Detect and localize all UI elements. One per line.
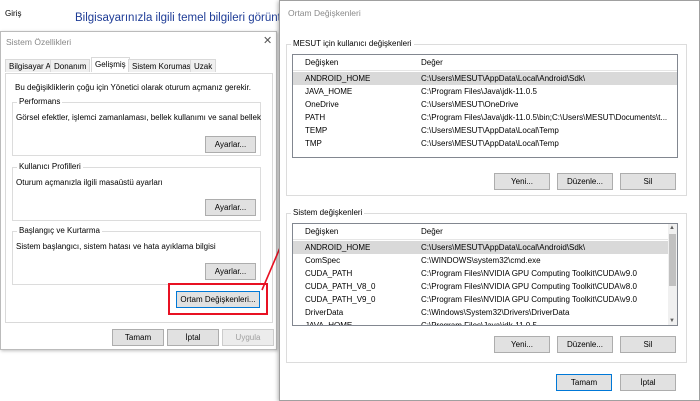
- scrollbar-thumb[interactable]: [669, 234, 676, 286]
- variable-value: C:\Program Files\Java\jdk-11.0.5: [421, 87, 537, 96]
- list-header: Değişken Değer: [293, 55, 677, 71]
- column-variable[interactable]: Değişken: [305, 58, 338, 67]
- system-properties-title: Sistem Özellikleri: [6, 37, 72, 47]
- list-row[interactable]: ANDROID_HOME C:\Users\MESUT\AppData\Local…: [293, 72, 677, 85]
- variable-value: C:\Program Files\NVIDIA GPU Computing To…: [421, 269, 637, 278]
- tab-strip: Bilgisayar Adı Donanım Gelişmiş Sistem K…: [5, 57, 273, 74]
- vertical-scrollbar[interactable]: ▲ ▼: [668, 224, 677, 325]
- ok-button[interactable]: Tamam: [112, 329, 164, 346]
- variable-name: ANDROID_HOME: [305, 74, 371, 83]
- list-row[interactable]: OneDrive C:\Users\MESUT\OneDrive: [293, 98, 677, 111]
- profiles-group: Kullanıcı Profilleri Oturum açmanızla il…: [12, 162, 261, 221]
- variable-name: JAVA_HOME: [305, 87, 353, 96]
- variable-name: CUDA_PATH_V9_0: [305, 295, 376, 304]
- variable-name: ANDROID_HOME: [305, 243, 371, 252]
- variable-name: TMP: [305, 139, 322, 148]
- variable-name: OneDrive: [305, 100, 339, 109]
- variable-value: C:\Users\MESUT\AppData\Local\Temp: [421, 126, 559, 135]
- user-variables-group: MESUT için kullanıcı değişkenleri Değişk…: [286, 39, 687, 196]
- variable-name: JAVA_HOME: [305, 321, 353, 326]
- user-variables-list[interactable]: Değişken Değer ANDROID_HOME C:\Users\MESU…: [292, 54, 678, 158]
- list-row[interactable]: PATH C:\Program Files\Java\jdk-11.0.5\bin…: [293, 111, 677, 124]
- close-icon[interactable]: ✕: [263, 34, 272, 47]
- performance-group: Performans Görsel efektler, işlemci zama…: [12, 97, 261, 156]
- column-value[interactable]: Değer: [421, 227, 443, 236]
- performance-desc: Görsel efektler, işlemci zamanlaması, be…: [16, 113, 261, 122]
- system-variables-title: Sistem değişkenleri: [291, 208, 365, 217]
- column-variable[interactable]: Değişken: [305, 227, 338, 236]
- background-page-title: Bilgisayarınızla ilgili temel bilgileri …: [75, 12, 290, 24]
- list-row[interactable]: ANDROID_HOME C:\Users\MESUT\AppData\Local…: [293, 241, 668, 254]
- system-properties-dialog: Sistem Özellikleri ✕ Bilgisayar Adı Dona…: [0, 31, 277, 350]
- variable-name: DriverData: [305, 308, 344, 317]
- profiles-title: Kullanıcı Profilleri: [17, 162, 83, 171]
- performance-settings-button[interactable]: Ayarlar...: [205, 136, 256, 153]
- tab-system-protection[interactable]: Sistem Koruması: [128, 59, 197, 72]
- variable-value: C:\Users\MESUT\AppData\Local\Temp: [421, 139, 559, 148]
- env-cancel-button[interactable]: İptal: [620, 374, 676, 391]
- list-row[interactable]: CUDA_PATH C:\Program Files\NVIDIA GPU Com…: [293, 267, 668, 280]
- tab-panel: Bu değişikliklerin çoğu için Yönetici ol…: [5, 73, 273, 323]
- list-row[interactable]: JAVA_HOME C:\Program Files\Java\jdk-11.0.…: [293, 85, 677, 98]
- list-header: Değişken Değer: [293, 224, 677, 240]
- variable-value: C:\Program Files\Java\jdk-11.0.5\bin;C:\…: [421, 113, 668, 122]
- variable-value: C:\Users\MESUT\AppData\Local\Android\Sdk…: [421, 74, 586, 83]
- variable-value: C:\Users\MESUT\OneDrive: [421, 100, 519, 109]
- system-edit-button[interactable]: Düzenle...: [557, 336, 613, 353]
- list-row[interactable]: TEMP C:\Users\MESUT\AppData\Local\Temp: [293, 124, 677, 137]
- startup-settings-button[interactable]: Ayarlar...: [205, 263, 256, 280]
- env-dialog-title: Ortam Değişkenleri: [288, 8, 361, 18]
- performance-title: Performans: [17, 97, 63, 106]
- system-variables-group: Sistem değişkenleri Değişken Değer ANDRO…: [286, 208, 687, 363]
- variable-name: TEMP: [305, 126, 328, 135]
- environment-variables-dialog: Ortam Değişkenleri MESUT için kullanıcı …: [279, 0, 700, 401]
- user-new-button[interactable]: Yeni...: [494, 173, 550, 190]
- variable-name: CUDA_PATH: [305, 269, 353, 278]
- startup-group: Başlangıç ve Kurtarma Sistem başlangıcı,…: [12, 226, 261, 285]
- variable-value: C:\Program Files\NVIDIA GPU Computing To…: [421, 282, 637, 291]
- system-new-button[interactable]: Yeni...: [494, 336, 550, 353]
- column-value[interactable]: Değer: [421, 58, 443, 67]
- list-row[interactable]: CUDA_PATH_V9_0 C:\Program Files\NVIDIA GP…: [293, 293, 668, 306]
- environment-variables-button[interactable]: Ortam Değişkenleri...: [176, 291, 260, 308]
- list-row[interactable]: TMP C:\Users\MESUT\AppData\Local\Temp: [293, 137, 677, 150]
- env-ok-button[interactable]: Tamam: [556, 374, 612, 391]
- profiles-desc: Oturum açmanızla ilgili masaüstü ayarlar…: [16, 178, 163, 187]
- list-row[interactable]: JAVA_HOME C:\Program Files\Java\jdk-11.0.…: [293, 319, 668, 326]
- startup-desc: Sistem başlangıcı, sistem hatası ve hata…: [16, 242, 216, 251]
- user-variables-title: MESUT için kullanıcı değişkenleri: [291, 39, 414, 48]
- variable-name: PATH: [305, 113, 326, 122]
- startup-title: Başlangıç ve Kurtarma: [17, 226, 102, 235]
- profiles-settings-button[interactable]: Ayarlar...: [205, 199, 256, 216]
- system-delete-button[interactable]: Sil: [620, 336, 676, 353]
- tab-advanced[interactable]: Gelişmiş: [91, 57, 130, 72]
- cancel-button[interactable]: İptal: [167, 329, 219, 346]
- variable-value: C:\Program Files\NVIDIA GPU Computing To…: [421, 295, 637, 304]
- list-row[interactable]: ComSpec C:\WINDOWS\system32\cmd.exe: [293, 254, 668, 267]
- variable-value: C:\WINDOWS\system32\cmd.exe: [421, 256, 541, 265]
- user-edit-button[interactable]: Düzenle...: [557, 173, 613, 190]
- variable-name: ComSpec: [305, 256, 341, 265]
- giris-label[interactable]: Giriş: [5, 9, 21, 18]
- system-variables-list[interactable]: Değişken Değer ANDROID_HOME C:\Users\MESU…: [292, 223, 678, 326]
- tab-hardware[interactable]: Donanım: [50, 59, 91, 72]
- variable-value: C:\Windows\System32\Drivers\DriverData: [421, 308, 570, 317]
- variable-value: C:\Users\MESUT\AppData\Local\Android\Sdk…: [421, 243, 586, 252]
- scroll-down-icon[interactable]: ▼: [669, 318, 675, 324]
- variable-value: C:\Program Files\Java\jdk-11.0.5: [421, 321, 537, 326]
- variable-name: CUDA_PATH_V8_0: [305, 282, 376, 291]
- apply-button: Uygula: [222, 329, 274, 346]
- admin-note: Bu değişikliklerin çoğu için Yönetici ol…: [15, 83, 251, 92]
- tab-remote[interactable]: Uzak: [190, 59, 217, 72]
- list-row[interactable]: DriverData C:\Windows\System32\Drivers\Dr…: [293, 306, 668, 319]
- scroll-up-icon[interactable]: ▲: [669, 225, 675, 231]
- list-row[interactable]: CUDA_PATH_V8_0 C:\Program Files\NVIDIA GP…: [293, 280, 668, 293]
- user-delete-button[interactable]: Sil: [620, 173, 676, 190]
